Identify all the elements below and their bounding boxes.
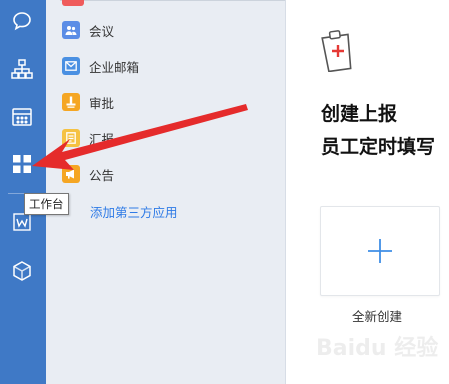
workbench-grid-icon[interactable] [9, 151, 35, 177]
app-sidebar: 会议 企业邮箱 审批 汇报 公告 添加第三方应用 [46, 0, 286, 384]
sidebar-item-label: 审批 [89, 95, 115, 111]
chat-icon[interactable] [9, 8, 35, 34]
meeting-icon [62, 21, 80, 39]
new-create-card[interactable] [320, 206, 440, 296]
sidebar-item-label: 企业邮箱 [89, 59, 140, 75]
sidebar-item-label: 公告 [89, 167, 115, 183]
cube-icon[interactable] [9, 258, 35, 284]
nav-rail [0, 0, 46, 384]
new-create-label: 全新创建 [352, 309, 403, 324]
add-third-party-app-link[interactable]: 添加第三方应用 [90, 202, 178, 221]
sidebar-item-label: 会议 [89, 23, 115, 39]
announcement-icon [62, 165, 80, 183]
workbench-tooltip: 工作台 [24, 193, 69, 215]
sidebar-item-report[interactable]: 汇报 [62, 126, 114, 150]
report-icon [62, 129, 80, 147]
partial-app-icon [62, 0, 84, 6]
mail-icon [62, 57, 80, 75]
sidebar-top-border [60, 0, 285, 7]
org-chart-icon[interactable] [9, 56, 35, 82]
approval-icon [62, 93, 80, 111]
calendar-icon[interactable] [9, 104, 35, 130]
sidebar-item-approval[interactable]: 审批 [62, 90, 114, 114]
sidebar-item-meeting[interactable]: 会议 [62, 18, 114, 42]
page-title: 创建上报 员工定时填写 [321, 98, 435, 164]
title-line-1: 创建上报 [321, 103, 398, 125]
main-panel: 创建上报 员工定时填写 全新创建 [286, 0, 449, 384]
sidebar-item-label: 汇报 [89, 131, 115, 147]
clipboard-report-icon [320, 28, 356, 76]
title-line-2: 员工定时填写 [321, 136, 436, 158]
plus-icon [368, 239, 392, 263]
sidebar-item-enterprise-mail[interactable]: 企业邮箱 [62, 54, 139, 78]
watermark: Baidu 经验 [316, 336, 439, 361]
sidebar-item-announcement[interactable]: 公告 [62, 162, 114, 186]
